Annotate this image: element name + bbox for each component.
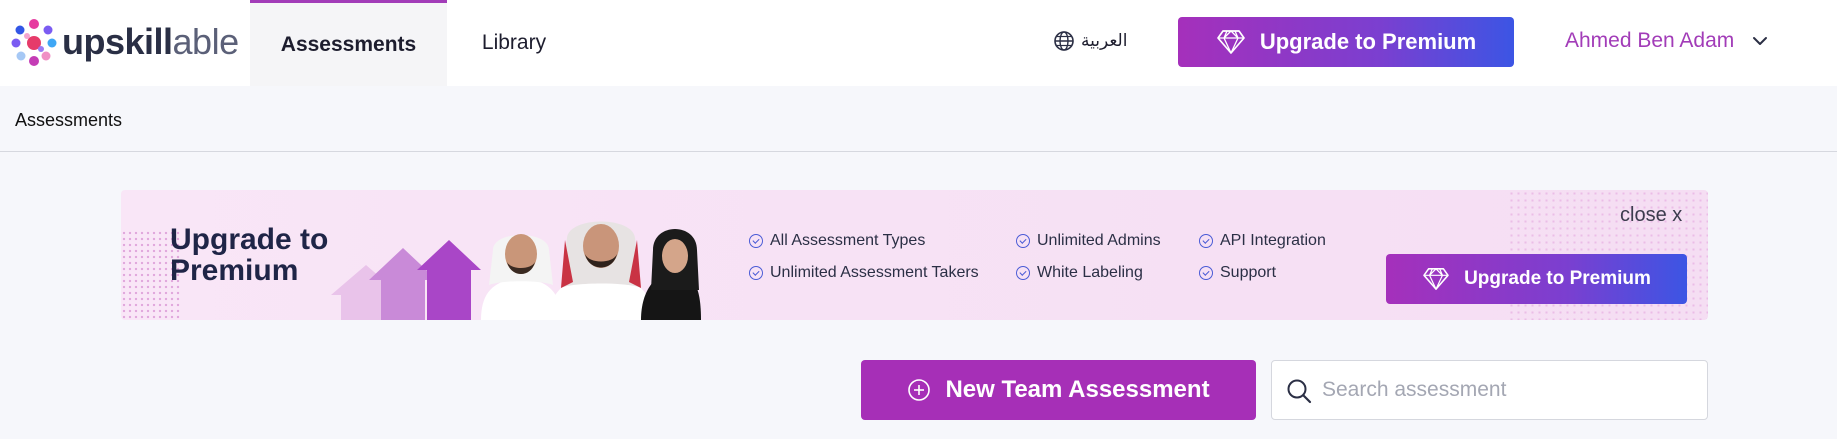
upskillable-logo[interactable]: upskillable bbox=[8, 16, 239, 68]
upgrade-to-premium-button[interactable]: Upgrade to Premium bbox=[1178, 17, 1514, 67]
tab-assessments[interactable]: Assessments bbox=[250, 0, 447, 86]
globe-icon bbox=[1054, 31, 1074, 51]
feature-label: Unlimited Admins bbox=[1037, 232, 1161, 249]
check-circle-icon bbox=[1016, 266, 1030, 280]
check-circle-icon bbox=[1199, 266, 1213, 280]
chevron-down-icon bbox=[1753, 37, 1768, 45]
user-menu[interactable]: Ahmed Ben Adam bbox=[1565, 26, 1768, 56]
search-icon bbox=[1287, 379, 1312, 404]
check-circle-icon bbox=[1199, 234, 1213, 248]
check-circle-icon bbox=[1016, 234, 1030, 248]
feature-item: Support bbox=[1199, 262, 1326, 284]
banner-title-line2: Premium bbox=[170, 254, 299, 287]
banner-upgrade-label: Upgrade to Premium bbox=[1464, 268, 1651, 289]
feature-item: Unlimited Assessment Takers bbox=[749, 262, 979, 284]
feature-item: All Assessment Types bbox=[749, 230, 979, 252]
banner-upgrade-button[interactable]: Upgrade to Premium bbox=[1386, 254, 1687, 304]
breadcrumb: Assessments bbox=[0, 86, 1837, 152]
feature-label: API Integration bbox=[1220, 232, 1326, 249]
banner-close-button[interactable]: close x bbox=[1620, 204, 1682, 227]
feature-label: Unlimited Assessment Takers bbox=[770, 264, 979, 281]
feature-item: White Labeling bbox=[1016, 262, 1161, 284]
new-team-assessment-button[interactable]: New Team Assessment bbox=[861, 360, 1256, 420]
banner-title-line1: Upgrade to bbox=[170, 223, 329, 256]
features-column-2: Unlimited Admins White Labeling bbox=[1016, 230, 1161, 294]
tab-library[interactable]: Library bbox=[462, 0, 566, 86]
upgrade-premium-banner: Upgrade to Premium All Assessment Types … bbox=[121, 190, 1708, 320]
features-column-3: API Integration Support bbox=[1199, 230, 1326, 294]
tab-library-label: Library bbox=[481, 31, 547, 54]
logo-text-able: able bbox=[172, 21, 240, 62]
feature-label: Support bbox=[1220, 264, 1277, 281]
language-switcher[interactable]: العربية bbox=[1053, 26, 1127, 56]
logo-text-upskill: upskill bbox=[62, 21, 173, 62]
feature-item: Unlimited Admins bbox=[1016, 230, 1161, 252]
tab-assessments-label: Assessments bbox=[280, 32, 417, 56]
new-team-assessment-label: New Team Assessment bbox=[945, 376, 1210, 403]
logo-mark-icon bbox=[11, 19, 57, 66]
feature-item: API Integration bbox=[1199, 230, 1326, 252]
growth-arrows-illustration bbox=[331, 240, 481, 320]
features-column-1: All Assessment Types Unlimited Assessmen… bbox=[749, 230, 979, 294]
search-box bbox=[1271, 360, 1708, 420]
check-circle-icon bbox=[749, 234, 763, 248]
plus-circle-icon bbox=[908, 379, 931, 401]
search-input[interactable] bbox=[1322, 361, 1702, 419]
language-label: العربية bbox=[1081, 31, 1128, 50]
feature-label: White Labeling bbox=[1037, 264, 1143, 281]
user-name: Ahmed Ben Adam bbox=[1565, 29, 1735, 52]
diamond-icon bbox=[1216, 30, 1245, 54]
banner-title: Upgrade to Premium bbox=[170, 224, 328, 286]
feature-label: All Assessment Types bbox=[770, 232, 926, 249]
diamond-icon bbox=[1423, 268, 1449, 290]
breadcrumb-assessments[interactable]: Assessments bbox=[15, 110, 122, 131]
upgrade-button-label: Upgrade to Premium bbox=[1259, 29, 1477, 54]
logo-wordmark: upskillable bbox=[62, 21, 239, 63]
team-photo-illustration bbox=[481, 221, 701, 320]
check-circle-icon bbox=[749, 266, 763, 280]
top-navbar: upskillable Assessments Library العربية … bbox=[0, 0, 1837, 86]
